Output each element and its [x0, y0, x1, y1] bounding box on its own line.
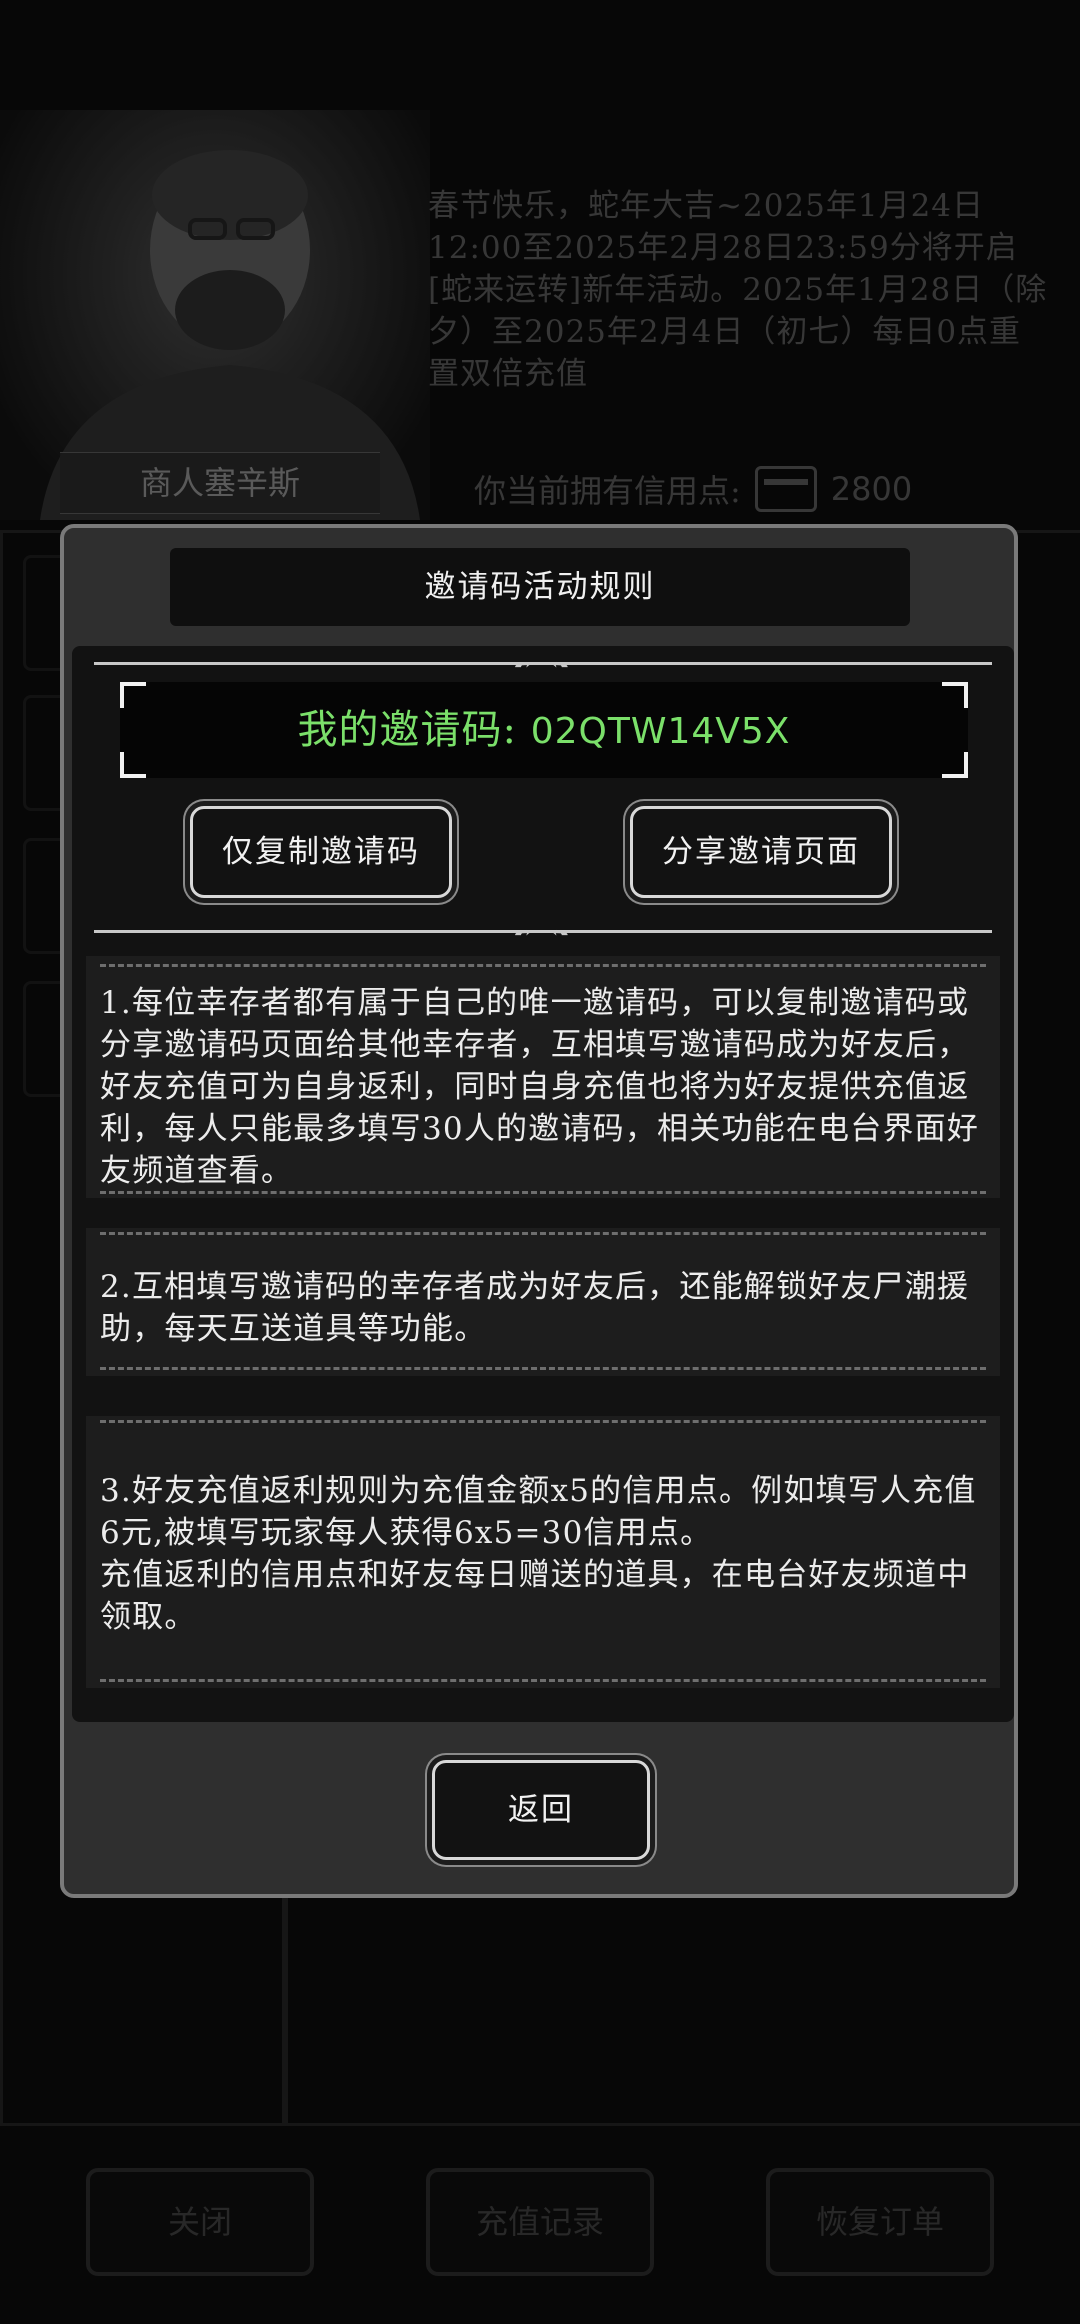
dashed-line	[100, 1679, 986, 1682]
rule-box: 1.每位幸存者都有属于自己的唯一邀请码，可以复制邀请码或分享邀请码页面给其他幸存…	[86, 956, 1000, 1198]
dashed-line	[100, 1191, 986, 1194]
invite-code-display: 我的邀请码: 02QTW14V5X	[120, 682, 968, 780]
rule-text: 2.互相填写邀请码的幸存者成为好友后，还能解锁好友尸潮援助，每天互送道具等功能。	[100, 1269, 970, 1347]
invite-code-label: 我的邀请码:	[297, 707, 518, 753]
divider: ➸ ➸	[94, 920, 992, 944]
share-page-button[interactable]: 分享邀请页面	[630, 806, 892, 898]
dashed-line	[100, 1420, 986, 1423]
dashed-line	[100, 1367, 986, 1370]
invite-code-box: 我的邀请码: 02QTW14V5X	[120, 682, 968, 778]
rule-box: 2.互相填写邀请码的幸存者成为好友后，还能解锁好友尸潮援助，每天互送道具等功能。	[86, 1228, 1000, 1376]
copy-code-button[interactable]: 仅复制邀请码	[190, 806, 452, 898]
arrow-left-icon: ➸	[552, 920, 569, 944]
back-button[interactable]: 返回	[432, 1760, 650, 1860]
invite-rules-dialog: 邀请码活动规则 ➸ ➸ 我的邀请码: 02QTW14V5X 仅复制邀请码 分享邀…	[60, 524, 1018, 1898]
dashed-line	[100, 964, 986, 967]
arrow-right-icon: ➸	[514, 652, 531, 676]
invite-code-value: 02QTW14V5X	[530, 711, 791, 752]
arrow-left-icon: ➸	[552, 652, 569, 676]
arrow-right-icon: ➸	[514, 920, 531, 944]
dialog-title: 邀请码活动规则	[170, 548, 910, 626]
divider: ➸ ➸	[94, 652, 992, 676]
rule-text: 3.好友充值返利规则为充值金额x5的信用点。例如填写人充值6元,被填写玩家每人获…	[100, 1473, 977, 1635]
dashed-line	[100, 1232, 986, 1235]
rule-text: 1.每位幸存者都有属于自己的唯一邀请码，可以复制邀请码或分享邀请码页面给其他幸存…	[100, 985, 980, 1189]
rule-box: 3.好友充值返利规则为充值金额x5的信用点。例如填写人充值6元,被填写玩家每人获…	[86, 1416, 1000, 1688]
dialog-content: ➸ ➸ 我的邀请码: 02QTW14V5X 仅复制邀请码 分享邀请页面 ➸ ➸ …	[72, 646, 1014, 1722]
